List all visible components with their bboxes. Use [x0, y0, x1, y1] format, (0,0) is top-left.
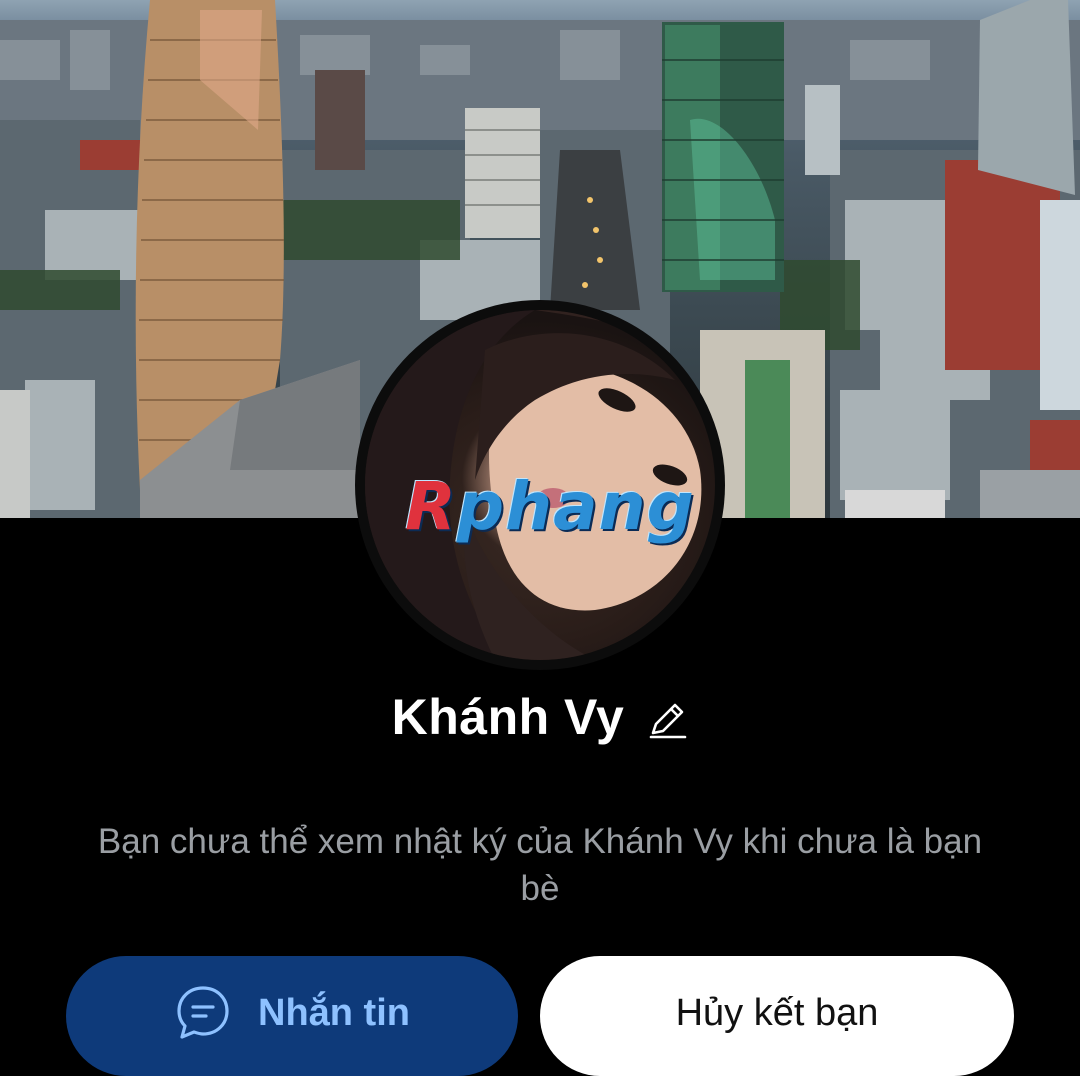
- message-button[interactable]: Nhắn tin: [66, 956, 518, 1076]
- profile-name-row: Khánh Vy: [0, 682, 1080, 752]
- unfriend-button-label: Hủy kết bạn: [675, 992, 879, 1034]
- message-button-label: Nhắn tin: [258, 992, 410, 1034]
- unfriend-button[interactable]: Hủy kết bạn: [540, 956, 1014, 1076]
- pencil-icon[interactable]: [648, 700, 688, 740]
- avatar[interactable]: Rphang: [355, 300, 725, 670]
- avatar-photo: Rphang: [365, 310, 715, 660]
- chat-bubble-icon: [174, 984, 232, 1042]
- profile-name: Khánh Vy: [391, 689, 625, 745]
- privacy-notice: Bạn chưa thể xem nhật ký của Khánh Vy kh…: [97, 822, 983, 908]
- watermark-text: Rphang: [405, 468, 695, 545]
